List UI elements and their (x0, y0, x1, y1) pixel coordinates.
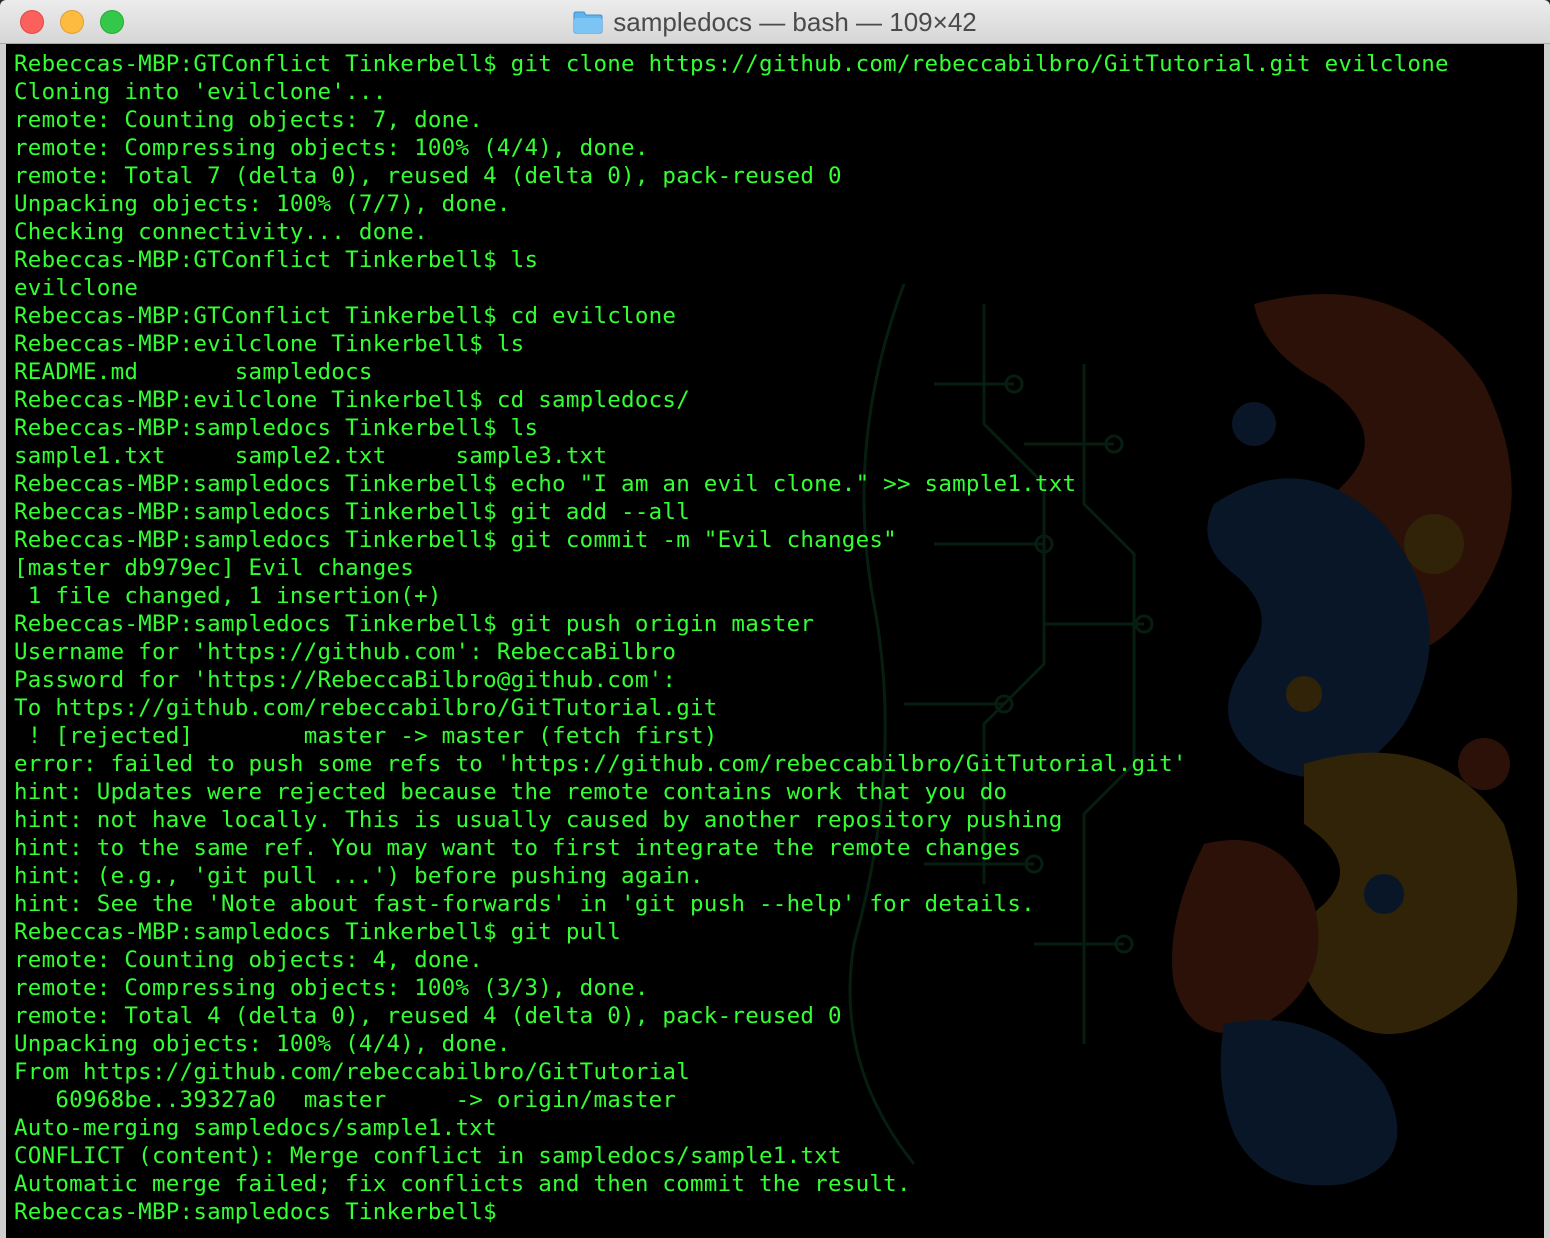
terminal-line: remote: Counting objects: 7, done. (14, 107, 484, 133)
terminal-window: sampledocs — bash — 109×42 Rebeccas-MBP:… (0, 0, 1550, 1238)
window-title-group: sampledocs — bash — 109×42 (0, 0, 1550, 44)
terminal-line: Auto-merging sampledocs/sample1.txt (14, 1115, 497, 1141)
terminal-line: [master db979ec] Evil changes (14, 555, 415, 581)
terminal-line: remote: Compressing objects: 100% (3/3),… (14, 975, 649, 1001)
terminal-line: hint: to the same ref. You may want to f… (14, 835, 1022, 861)
terminal-line: remote: Total 7 (delta 0), reused 4 (del… (14, 163, 842, 189)
terminal-line: Username for 'https://github.com': Rebec… (14, 639, 677, 665)
terminal-line: evilclone (14, 275, 139, 301)
terminal-line: CONFLICT (content): Merge conflict in sa… (14, 1143, 842, 1169)
terminal-line: Rebeccas-MBP:sampledocs Tinkerbell$ ls (14, 415, 539, 441)
terminal-line: Cloning into 'evilclone'... (14, 79, 387, 105)
window-title: sampledocs — bash — 109×42 (613, 6, 977, 37)
terminal-line: Rebeccas-MBP:evilclone Tinkerbell$ ls (14, 331, 525, 357)
terminal-line: Unpacking objects: 100% (4/4), done. (14, 1031, 511, 1057)
terminal-line: Rebeccas-MBP:sampledocs Tinkerbell$ git … (14, 611, 815, 637)
terminal-line: Checking connectivity... done. (14, 219, 428, 245)
terminal-line: Rebeccas-MBP:GTConflict Tinkerbell$ git … (14, 51, 1449, 77)
terminal-line: Rebeccas-MBP:sampledocs Tinkerbell$ git … (14, 499, 691, 525)
terminal-line: 1 file changed, 1 insertion(+) (14, 583, 442, 609)
terminal-line: Rebeccas-MBP:GTConflict Tinkerbell$ ls (14, 247, 539, 273)
terminal-output[interactable]: Rebeccas-MBP:GTConflict Tinkerbell$ git … (14, 50, 1449, 1226)
terminal-line: Password for 'https://RebeccaBilbro@gith… (14, 667, 677, 693)
terminal-line: error: failed to push some refs to 'http… (14, 751, 1187, 777)
terminal-line: Rebeccas-MBP:sampledocs Tinkerbell$ git … (14, 919, 622, 945)
terminal-line: remote: Compressing objects: 100% (4/4),… (14, 135, 649, 161)
terminal-line: To https://github.com/rebeccabilbro/GitT… (14, 695, 718, 721)
terminal-line: Automatic merge failed; fix conflicts an… (14, 1171, 911, 1197)
terminal-line: Unpacking objects: 100% (7/7), done. (14, 191, 511, 217)
folder-icon (573, 10, 603, 34)
title-bar[interactable]: sampledocs — bash — 109×42 (0, 0, 1550, 44)
terminal-line: hint: Updates were rejected because the … (14, 779, 1008, 805)
terminal-line: From https://github.com/rebeccabilbro/Gi… (14, 1059, 691, 1085)
terminal-line: ! [rejected] master -> master (fetch fir… (14, 723, 718, 749)
terminal-line: remote: Counting objects: 4, done. (14, 947, 484, 973)
terminal-line: hint: (e.g., 'git pull ...') before push… (14, 863, 704, 889)
terminal-line: Rebeccas-MBP:sampledocs Tinkerbell$ echo… (14, 471, 1077, 497)
terminal-line: sample1.txt sample2.txt sample3.txt (14, 443, 608, 469)
terminal-line: Rebeccas-MBP:sampledocs Tinkerbell$ git … (14, 527, 897, 553)
terminal-line: Rebeccas-MBP:sampledocs Tinkerbell$ (14, 1198, 1449, 1226)
terminal-line: hint: not have locally. This is usually … (14, 807, 1063, 833)
terminal-line: hint: See the 'Note about fast-forwards'… (14, 891, 1035, 917)
terminal-line: Rebeccas-MBP:evilclone Tinkerbell$ cd sa… (14, 387, 691, 413)
terminal-pane[interactable]: Rebeccas-MBP:GTConflict Tinkerbell$ git … (0, 44, 1550, 1238)
terminal-line: remote: Total 4 (delta 0), reused 4 (del… (14, 1003, 842, 1029)
terminal-cursor (511, 1199, 523, 1223)
terminal-line: Rebeccas-MBP:GTConflict Tinkerbell$ cd e… (14, 303, 677, 329)
terminal-line: README.md sampledocs (14, 359, 373, 385)
terminal-line: 60968be..39327a0 master -> origin/master (14, 1087, 677, 1113)
